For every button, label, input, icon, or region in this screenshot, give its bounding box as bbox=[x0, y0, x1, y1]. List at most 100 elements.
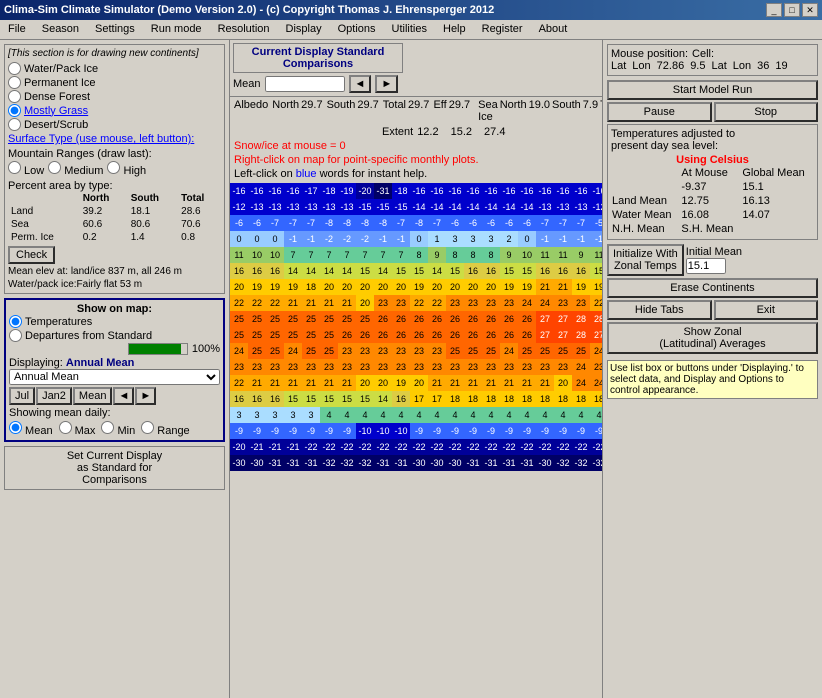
menu-run-mode[interactable]: Run mode bbox=[143, 22, 210, 37]
hide-tabs-button[interactable]: Hide Tabs bbox=[607, 300, 712, 320]
show-temperatures-input[interactable] bbox=[9, 315, 22, 328]
radio-permanent-ice: Permanent Ice bbox=[8, 76, 221, 89]
radio-permanent-ice-input[interactable] bbox=[8, 76, 21, 89]
prev-button[interactable]: ◄ bbox=[113, 387, 134, 405]
jan2-button[interactable]: Jan2 bbox=[36, 387, 72, 405]
initialize-button[interactable]: Initialize WithZonal Temps bbox=[607, 244, 684, 276]
list-item: 7 bbox=[284, 247, 302, 263]
menu-file[interactable]: File bbox=[0, 22, 34, 37]
list-item: 0 bbox=[266, 231, 284, 247]
list-item: 25 bbox=[302, 327, 320, 343]
list-item: -22 bbox=[320, 439, 338, 455]
list-item: 4 bbox=[500, 407, 518, 423]
sea-ice-north-num: 19.0 bbox=[529, 99, 550, 123]
list-item: -32 bbox=[356, 455, 374, 471]
list-item: 24 bbox=[518, 295, 536, 311]
list-item: 23 bbox=[230, 359, 248, 375]
list-item: 18 bbox=[536, 391, 554, 407]
menu-display[interactable]: Display bbox=[278, 22, 330, 37]
col-header-empty bbox=[8, 192, 80, 205]
list-item: -15 bbox=[392, 199, 410, 215]
surface-type-link[interactable]: Surface Type (use mouse, left button): bbox=[8, 133, 221, 145]
mean-nav-next[interactable]: ► bbox=[375, 75, 398, 93]
lat-val2: 36 bbox=[757, 60, 769, 72]
displaying-row: Displaying: Annual Mean bbox=[9, 357, 220, 369]
list-item: 20 bbox=[392, 279, 410, 295]
stop-button[interactable]: Stop bbox=[714, 102, 819, 122]
range-radio-input[interactable] bbox=[141, 421, 154, 434]
list-item: 23 bbox=[392, 295, 410, 311]
jul-button[interactable]: Jul bbox=[9, 387, 35, 405]
mean-input[interactable] bbox=[265, 76, 345, 92]
list-item: 25 bbox=[572, 343, 590, 359]
show-zonal-button[interactable]: Show Zonal(Latitudinal) Averages bbox=[607, 322, 818, 354]
menu-register[interactable]: Register bbox=[474, 22, 531, 37]
show-departures-input[interactable] bbox=[9, 329, 22, 342]
list-item: 18 bbox=[572, 391, 590, 407]
list-item: -9 bbox=[500, 423, 518, 439]
progress-bar bbox=[128, 343, 188, 355]
next-button[interactable]: ► bbox=[135, 387, 156, 405]
list-item: -6 bbox=[248, 215, 266, 231]
mean-radio-input[interactable] bbox=[9, 421, 22, 434]
start-model-run-button[interactable]: Start Model Run bbox=[607, 80, 818, 100]
list-item: -22 bbox=[428, 439, 446, 455]
table-row: -20-21-21-21-22-22-22-22-22-22-22-22-22-… bbox=[230, 439, 602, 455]
mostly-grass-label[interactable]: Mostly Grass bbox=[24, 105, 88, 117]
radio-dense-forest-input[interactable] bbox=[8, 90, 21, 103]
list-item: -8 bbox=[374, 215, 392, 231]
list-item: 24 bbox=[572, 359, 590, 375]
menu-resolution[interactable]: Resolution bbox=[210, 22, 278, 37]
check-button[interactable]: Check bbox=[8, 246, 55, 264]
menu-options[interactable]: Options bbox=[330, 22, 384, 37]
pause-button[interactable]: Pause bbox=[607, 102, 712, 122]
radio-water-ice-input[interactable] bbox=[8, 62, 21, 75]
list-item: 23 bbox=[392, 359, 410, 375]
list-item: -14 bbox=[518, 199, 536, 215]
radio-desert-scrub-input[interactable] bbox=[8, 118, 21, 131]
list-item: 20 bbox=[320, 279, 338, 295]
max-radio-input[interactable] bbox=[59, 421, 72, 434]
min-radio-input[interactable] bbox=[101, 421, 114, 434]
mountain-label: Mountain Ranges (draw last): bbox=[8, 148, 221, 160]
high-radio[interactable] bbox=[107, 161, 120, 174]
list-item: 25 bbox=[284, 311, 302, 327]
list-item: -18 bbox=[320, 183, 338, 199]
menu-help[interactable]: Help bbox=[435, 22, 474, 37]
list-item: -19 bbox=[338, 183, 356, 199]
initial-mean-input[interactable] bbox=[686, 258, 726, 274]
maximize-button[interactable]: □ bbox=[784, 3, 800, 17]
list-item: -1 bbox=[590, 231, 602, 247]
list-item: -6 bbox=[446, 215, 464, 231]
menu-utilities[interactable]: Utilities bbox=[384, 22, 435, 37]
list-item: -16 bbox=[572, 183, 590, 199]
low-radio[interactable] bbox=[8, 161, 21, 174]
close-button[interactable]: ✕ bbox=[802, 3, 818, 17]
medium-radio[interactable] bbox=[48, 161, 61, 174]
list-item: 3 bbox=[266, 407, 284, 423]
list-item: -7 bbox=[302, 215, 320, 231]
list-item: 19 bbox=[392, 375, 410, 391]
display-select[interactable]: Annual Mean bbox=[9, 369, 220, 385]
list-item: -32 bbox=[338, 455, 356, 471]
mean-button[interactable]: Mean bbox=[73, 387, 113, 405]
erase-continents-button[interactable]: Erase Continents bbox=[607, 278, 818, 298]
blue-word[interactable]: blue bbox=[296, 168, 317, 180]
desert-scrub-label: Desert/Scrub bbox=[24, 119, 88, 131]
minimize-button[interactable]: _ bbox=[766, 3, 782, 17]
list-item: -9 bbox=[338, 423, 356, 439]
list-item: 9 bbox=[572, 247, 590, 263]
list-item: -32 bbox=[590, 455, 602, 471]
snow-ice-text: Snow/ice at mouse = 0 bbox=[234, 140, 346, 152]
menu-season[interactable]: Season bbox=[34, 22, 87, 37]
menu-about[interactable]: About bbox=[531, 22, 576, 37]
list-item: 10 bbox=[248, 247, 266, 263]
exit-button[interactable]: Exit bbox=[714, 300, 819, 320]
list-item: 23 bbox=[482, 359, 500, 375]
menu-settings[interactable]: Settings bbox=[87, 22, 143, 37]
radio-mostly-grass-input[interactable] bbox=[8, 104, 21, 117]
mean-nav-prev[interactable]: ◄ bbox=[349, 75, 372, 93]
list-item: 21 bbox=[320, 295, 338, 311]
list-item: 25 bbox=[266, 311, 284, 327]
mean-label: Mean bbox=[233, 78, 261, 90]
